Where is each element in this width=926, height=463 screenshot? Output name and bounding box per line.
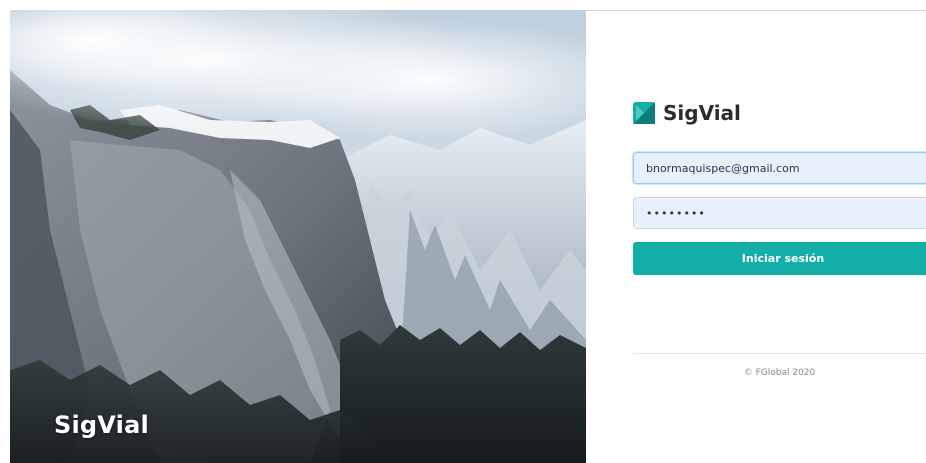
brand-name: SigVial — [663, 101, 741, 125]
top-divider — [586, 10, 926, 11]
hero-title: SigVial — [54, 411, 149, 439]
copyright-text: © FGlobal 2020 — [743, 368, 816, 378]
mountain-landscape-image — [10, 10, 586, 463]
email-field[interactable] — [633, 152, 926, 184]
footer-divider — [633, 353, 926, 354]
login-button[interactable]: Iniciar sesión — [633, 242, 926, 275]
password-field[interactable] — [633, 197, 926, 229]
sigvial-logo-icon — [633, 102, 655, 124]
hero-image: SigVial — [10, 10, 586, 463]
brand-header: SigVial — [633, 101, 741, 125]
